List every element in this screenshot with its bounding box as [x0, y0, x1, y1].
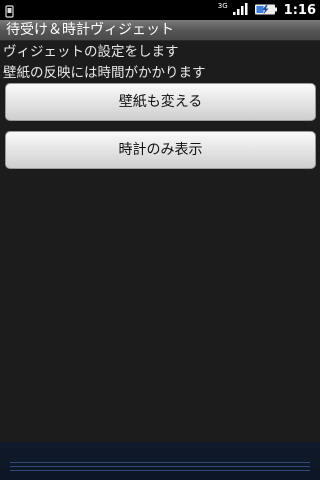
status-time: 1:16 [283, 2, 316, 18]
decorative-stripe [10, 462, 310, 463]
decorative-stripe [10, 470, 310, 471]
change-wallpaper-button[interactable]: 壁紙も変える [5, 83, 316, 121]
bottom-background [0, 442, 320, 480]
status-bar: 3G 1:16 [0, 0, 320, 20]
description-line-1: ヴィジェットの設定をします [3, 44, 179, 60]
network-type-label: 3G [217, 1, 228, 10]
signal-icon [232, 1, 250, 20]
battery-charging-icon [254, 1, 278, 20]
description-text: ヴィジェットの設定をします 壁紙の反映には時間がかかります [3, 42, 317, 84]
description-line-2: 壁紙の反映には時間がかかります [3, 65, 206, 81]
page-title: 待受け＆時計ヴィジェット [6, 22, 174, 38]
decorative-stripe [10, 466, 310, 467]
app-title-bar: 待受け＆時計ヴィジェット [0, 20, 320, 41]
clock-only-button[interactable]: 時計のみ表示 [5, 131, 316, 169]
